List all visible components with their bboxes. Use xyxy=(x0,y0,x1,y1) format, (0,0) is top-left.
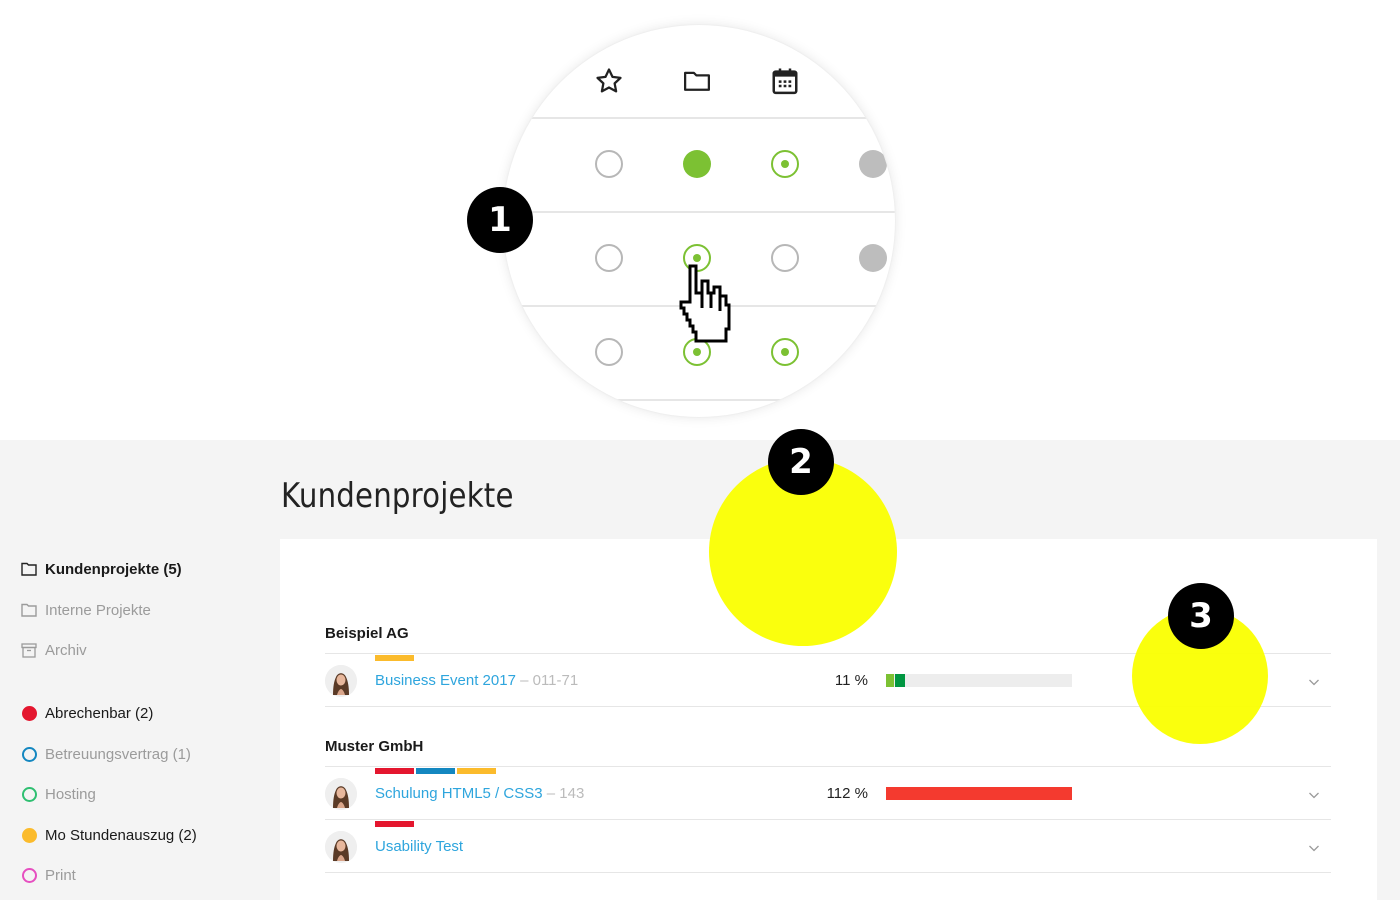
row-divider xyxy=(503,399,895,401)
tag-color-dot xyxy=(21,867,37,883)
sidebar-item-label: Kundenprojekte (5) xyxy=(45,560,182,578)
project-tag-bar xyxy=(416,768,455,774)
status-radio-dot-green[interactable] xyxy=(771,338,799,366)
avatar[interactable] xyxy=(325,665,357,697)
project-link[interactable]: Business Event 2017 – 011-71 xyxy=(375,672,578,689)
row-divider xyxy=(325,872,1331,873)
project-tag-bar xyxy=(375,655,414,661)
tag-color-dot xyxy=(21,746,37,762)
tag-color-dot xyxy=(21,705,37,721)
row-divider xyxy=(325,819,1331,820)
group-title-beispiel-ag: Beispiel AG xyxy=(325,625,409,642)
sidebar-item-interne-projekte[interactable]: Interne Projekte xyxy=(21,598,151,622)
budget-progress-bar xyxy=(886,787,1072,800)
group-title-muster-gmbh: Muster GmbH xyxy=(325,738,424,755)
zoomed-detail-area xyxy=(0,0,1400,440)
budget-percent: 11 % xyxy=(834,672,868,689)
project-link[interactable]: Usability Test xyxy=(375,838,463,855)
sidebar-tag-mo-stundenauszug[interactable]: Mo Stundenauszug (2) xyxy=(21,823,197,847)
sidebar-tag-betreuungsvertrag[interactable]: Betreuungsvertrag (1) xyxy=(21,742,191,766)
magnifier-lens xyxy=(503,25,895,417)
status-radio-filled-green[interactable] xyxy=(683,150,711,178)
sidebar-tag-abrechenbar[interactable]: Abrechenbar (2) xyxy=(21,701,153,725)
project-code: – 143 xyxy=(542,785,585,802)
row-divider xyxy=(503,211,895,213)
sidebar-tag-label: Mo Stundenauszug (2) xyxy=(45,826,197,844)
star-icon[interactable] xyxy=(593,65,625,97)
page-title: Kundenprojekte xyxy=(281,476,514,516)
row-divider xyxy=(503,117,895,119)
project-link[interactable]: Schulung HTML5 / CSS3 – 143 xyxy=(375,785,584,802)
callout-badge-3: 3 xyxy=(1168,583,1234,649)
sidebar-item-label: Archiv xyxy=(45,641,87,659)
callout-badge-2: 2 xyxy=(768,429,834,495)
sidebar-tag-label: Abrechenbar (2) xyxy=(45,704,154,722)
sidebar-tag-hosting[interactable]: Hosting xyxy=(21,782,96,806)
avatar[interactable] xyxy=(325,778,357,810)
status-radio-dot-green[interactable] xyxy=(771,150,799,178)
hand-cursor-icon xyxy=(679,264,731,343)
folder-icon xyxy=(21,561,37,577)
sidebar-item-kundenprojekte[interactable]: Kundenprojekte (5) xyxy=(21,557,182,581)
archive-icon xyxy=(21,642,37,658)
project-code: – 011-71 xyxy=(515,672,579,689)
status-radio-empty[interactable] xyxy=(595,244,623,272)
expand-chevron-icon[interactable] xyxy=(1306,787,1322,803)
sidebar-item-archiv[interactable]: Archiv xyxy=(21,638,87,662)
folder-icon[interactable] xyxy=(681,65,713,97)
status-radio-empty[interactable] xyxy=(771,244,799,272)
sidebar-tag-label: Betreuungsvertrag (1) xyxy=(45,745,191,763)
project-tag-bar xyxy=(375,821,414,827)
avatar[interactable] xyxy=(325,831,357,863)
tag-color-dot xyxy=(21,827,37,843)
expand-chevron-icon[interactable] xyxy=(1306,674,1322,690)
folder-icon xyxy=(21,602,37,618)
sidebar-item-label: Interne Projekte xyxy=(45,601,151,619)
budget-percent: 112 % xyxy=(826,785,868,802)
row-divider xyxy=(325,766,1331,767)
status-radio-empty[interactable] xyxy=(595,338,623,366)
project-title[interactable]: Schulung HTML5 / CSS3 xyxy=(375,785,543,802)
status-radio-filled-grey[interactable] xyxy=(859,150,887,178)
sidebar-tag-label: Hosting xyxy=(45,785,96,803)
project-tag-bar xyxy=(457,768,496,774)
progress-segment xyxy=(895,674,905,687)
callout-badge-1: 1 xyxy=(467,187,533,253)
expand-chevron-icon[interactable] xyxy=(1306,840,1322,856)
budget-progress-bar xyxy=(886,674,1072,687)
status-radio-filled-grey[interactable] xyxy=(859,244,887,272)
project-title[interactable]: Usability Test xyxy=(375,838,463,855)
progress-segment xyxy=(886,787,1072,800)
project-tag-bar xyxy=(375,768,414,774)
status-radio-empty[interactable] xyxy=(595,150,623,178)
project-title[interactable]: Business Event 2017 xyxy=(375,672,516,689)
tag-color-dot xyxy=(21,786,37,802)
calendar-icon[interactable] xyxy=(769,65,801,97)
progress-segment xyxy=(886,674,894,687)
sidebar-tag-label: Print xyxy=(45,866,76,884)
sidebar-tag-print[interactable]: Print xyxy=(21,863,76,887)
